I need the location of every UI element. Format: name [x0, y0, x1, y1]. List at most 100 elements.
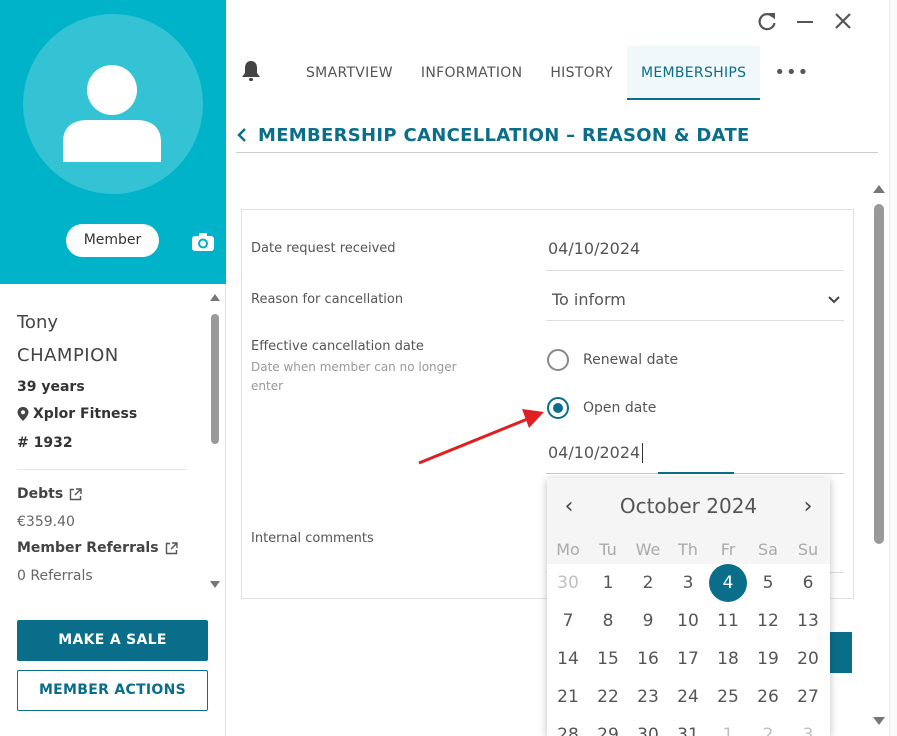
calendar-day[interactable]: 23 [628, 678, 668, 716]
calendar-day[interactable]: 3 [668, 564, 708, 602]
tab-history[interactable]: HISTORY [536, 46, 627, 100]
calendar-day[interactable]: 18 [708, 640, 748, 678]
calendar-day-label: 1 [722, 725, 734, 736]
reason-label: Reason for cancellation [251, 292, 404, 307]
calendar-day[interactable]: 27 [788, 678, 828, 716]
scroll-down-icon[interactable] [210, 581, 220, 588]
next-month-button[interactable]: › [800, 494, 816, 519]
field-underline [546, 320, 844, 321]
calendar-day[interactable]: 25 [708, 678, 748, 716]
calendar-day[interactable]: 14 [548, 640, 588, 678]
tab-information[interactable]: INFORMATION [407, 46, 536, 100]
weekday-label: Mo [556, 539, 580, 559]
back-chevron-icon[interactable] [236, 127, 248, 143]
reason-select[interactable]: To inform [552, 290, 626, 309]
calendar-day-label: 13 [797, 611, 819, 631]
calendar-day[interactable]: 21 [548, 678, 588, 716]
camera-icon[interactable] [191, 232, 215, 256]
calendar-day-label: 29 [597, 725, 619, 736]
calendar-day[interactable]: 12 [748, 602, 788, 640]
date-picker: ‹ October 2024 › Mo Tu We Th Fr Sa Su 30… [547, 478, 830, 736]
calendar-day[interactable]: 13 [788, 602, 828, 640]
tab-smartview[interactable]: SMARTVIEW [292, 46, 407, 100]
scroll-up-icon[interactable] [873, 185, 885, 193]
calendar-day[interactable]: 30 [548, 564, 588, 602]
date-received-label: Date request received [251, 241, 396, 256]
calendar-day[interactable]: 28 [548, 716, 588, 736]
member-panel: Member Tony CHAMPION 39 years Xplor Fitn… [0, 0, 226, 736]
calendar-day[interactable]: 2 [628, 564, 668, 602]
weekday-label: We [635, 539, 661, 559]
weekday-label: Tu [599, 539, 617, 559]
divider [17, 469, 187, 470]
calendar-day-label: 18 [717, 649, 739, 669]
debts-link[interactable]: Debts [17, 486, 206, 502]
renewal-date-radio[interactable] [547, 349, 569, 371]
weekday-label: Sa [758, 539, 778, 559]
calendar-day[interactable]: 31 [668, 716, 708, 736]
bell-icon[interactable] [240, 59, 266, 87]
calendar-day[interactable]: 5 [748, 564, 788, 602]
calendar-day[interactable]: 1 [708, 716, 748, 736]
field-underline [546, 270, 844, 271]
referrals-link[interactable]: Member Referrals [17, 540, 206, 556]
refresh-icon[interactable] [756, 10, 778, 32]
calendar-day[interactable]: 11 [708, 602, 748, 640]
left-scrollbar[interactable] [208, 290, 222, 590]
main-scrollbar[interactable] [872, 182, 886, 727]
prev-month-button[interactable]: ‹ [561, 494, 577, 519]
calendar-day[interactable]: 9 [628, 602, 668, 640]
calendar-day[interactable]: 6 [788, 564, 828, 602]
calendar-day[interactable]: 16 [628, 640, 668, 678]
weekday-label: Fr [720, 539, 736, 559]
calendar-day-label: 3 [682, 573, 694, 593]
member-actions-button[interactable]: MEMBER ACTIONS [17, 670, 208, 711]
open-date-radio[interactable] [547, 397, 569, 419]
calendar-day[interactable]: 2 [748, 716, 788, 736]
minimize-icon[interactable] [794, 10, 816, 32]
window-controls [756, 10, 854, 32]
calendar-day[interactable]: 24 [668, 678, 708, 716]
calendar-day[interactable]: 1 [588, 564, 628, 602]
renewal-date-label: Renewal date [583, 352, 679, 368]
referrals-value: 0 Referrals [17, 568, 93, 584]
member-location: Xplor Fitness [17, 406, 206, 422]
calendar-day[interactable]: 20 [788, 640, 828, 678]
tab-memberships[interactable]: MEMBERSHIPS [626, 46, 761, 100]
scrollbar-thumb[interactable] [211, 314, 219, 444]
background-window-edge [889, 0, 897, 736]
calendar-day[interactable]: 4 [708, 564, 748, 602]
scroll-up-icon[interactable] [210, 294, 220, 301]
calendar-day[interactable]: 10 [668, 602, 708, 640]
member-number: # 1932 [17, 435, 73, 451]
calendar-day[interactable]: 3 [788, 716, 828, 736]
calendar-day-label: 25 [717, 687, 739, 707]
calendar-day[interactable]: 15 [588, 640, 628, 678]
calendar-day-label: 30 [557, 573, 579, 593]
calendar-day-label: 8 [602, 611, 614, 631]
calendar-day[interactable]: 29 [588, 716, 628, 736]
external-link-icon [165, 541, 178, 554]
more-tabs-button[interactable]: ••• [760, 46, 823, 100]
calendar-day-label: 27 [797, 687, 819, 707]
calendar-day[interactable]: 17 [668, 640, 708, 678]
date-received-field[interactable]: 04/10/2024 [548, 239, 640, 258]
make-sale-button[interactable]: MAKE A SALE [17, 620, 208, 661]
calendar-day[interactable]: 22 [588, 678, 628, 716]
calendar-day[interactable]: 26 [748, 678, 788, 716]
close-icon[interactable] [832, 10, 854, 32]
calendar-day-label: 15 [597, 649, 619, 669]
calendar-day-label: 4 [722, 573, 734, 593]
member-details: Tony CHAMPION 39 years Xplor Fitness # 1… [0, 284, 206, 600]
calendar-day[interactable]: 7 [548, 602, 588, 640]
calendar-day-label: 20 [797, 649, 819, 669]
calendar-day[interactable]: 8 [588, 602, 628, 640]
scrollbar-thumb[interactable] [874, 204, 884, 544]
calendar-day[interactable]: 19 [748, 640, 788, 678]
chevron-down-icon[interactable] [828, 295, 840, 305]
weekday-label: Th [678, 539, 698, 559]
open-date-input[interactable]: 04/10/2024 [548, 443, 640, 462]
scroll-down-icon[interactable] [873, 717, 885, 725]
calendar-day[interactable]: 30 [628, 716, 668, 736]
location-pin-icon [17, 407, 29, 421]
